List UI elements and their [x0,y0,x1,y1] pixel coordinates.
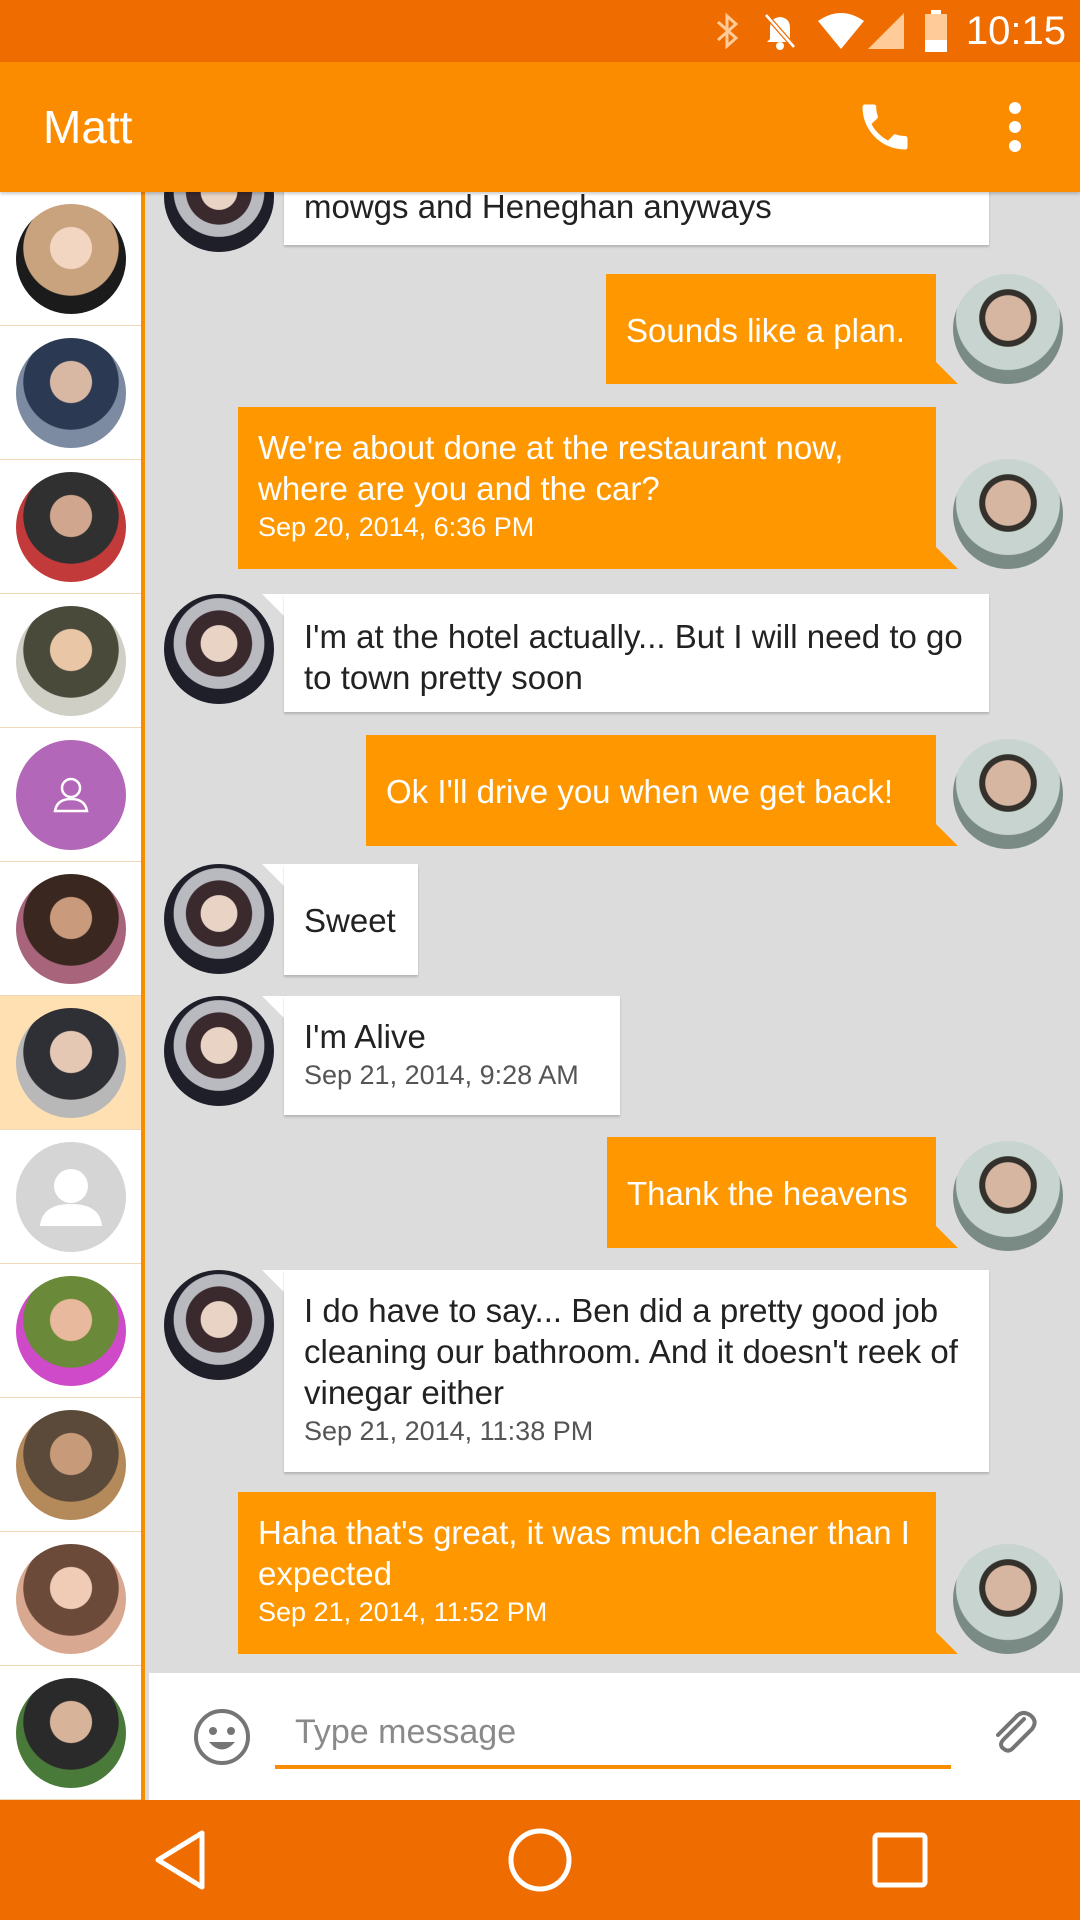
recents-button[interactable] [845,1805,955,1915]
app-bar: Matt [0,62,1080,192]
my-avatar [953,459,1063,569]
contact-item[interactable] [0,326,141,460]
emoji-button[interactable] [177,1692,267,1782]
contact-item[interactable] [0,460,141,594]
phone-icon [862,104,908,150]
contact-avatar [15,337,126,448]
my-avatar [953,1141,1063,1251]
more-options-button[interactable] [970,82,1060,172]
contact-avatar [15,739,126,850]
message-bubble[interactable]: Ok I'll drive you when we get back! [366,735,936,846]
contact-avatar [15,1007,126,1118]
message-timestamp: Sep 20, 2014, 6:36 PM [258,512,535,542]
home-icon [508,1828,572,1892]
my-avatar [953,739,1063,849]
battery-icon [924,10,948,52]
my-avatar [953,274,1063,384]
signal-icon [867,13,904,49]
wifi-icon [817,13,864,49]
contact-item[interactable] [0,728,141,862]
message-bubble[interactable]: We're about done at the restaurant now, … [238,407,936,569]
contact-item[interactable] [0,1398,141,1532]
contact-item[interactable] [0,1666,141,1800]
person-outline-icon [53,777,88,812]
message-text: Haha that's great, it was much cleaner t… [258,1514,910,1592]
contact-avatar [15,1409,126,1520]
conversation-title: Matt [43,101,133,153]
message-text: Sweet [304,902,396,939]
message-bubble[interactable]: Sweet [284,864,418,975]
contact-avatar [15,1677,126,1788]
attach-button[interactable] [974,1693,1054,1773]
contact-list [0,192,145,1800]
status-time: 10:15 [965,8,1066,53]
emoji-icon [194,1708,250,1765]
sender-avatar[interactable] [164,996,274,1106]
contact-item[interactable] [0,1532,141,1666]
sender-avatar[interactable] [164,192,274,252]
contact-avatar [15,471,126,582]
message-text: I'm Alive [304,1018,426,1055]
contact-item[interactable] [0,1130,141,1264]
sender-avatar[interactable] [164,1270,274,1380]
message-timestamp: Sep 21, 2014, 9:28 AM [304,1060,579,1090]
message-bubble[interactable]: Haha that's great, it was much cleaner t… [238,1492,936,1654]
contact-avatar [15,1141,126,1252]
message-text: Ok I'll drive you when we get back! [386,773,894,810]
message-text: I do have to say... Ben did a pretty goo… [304,1292,958,1411]
message-text: We're about done at the restaurant now, … [258,429,844,507]
my-avatar [953,1544,1063,1654]
message-bubble[interactable]: I'm at the hotel actually... But I will … [284,594,989,712]
contact-avatar [15,873,126,984]
call-button[interactable] [840,82,930,172]
message-bubble[interactable]: Sounds like a plan. [606,274,936,384]
attach-icon [996,1710,1037,1753]
back-button[interactable] [125,1805,235,1915]
message-text: I'm at the hotel actually... But I will … [304,618,963,696]
sender-avatar[interactable] [164,594,274,704]
message-input[interactable] [275,1699,951,1769]
contact-item[interactable] [0,862,141,996]
message-text: Sounds like a plan. [626,312,905,349]
default-person-icon [39,1168,102,1226]
message-bubble[interactable]: Thank the heavens [607,1137,936,1248]
message-list: mowgs and Heneghan anyways Sounds like a… [145,192,1080,1673]
message-timestamp: Sep 21, 2014, 11:38 PM [304,1416,594,1446]
home-button[interactable] [485,1805,595,1915]
navigation-bar [0,1800,1080,1920]
message-text: mowgs and Heneghan anyways [304,192,772,225]
message-bubble[interactable]: I do have to say... Ben did a pretty goo… [284,1270,989,1472]
bell-off-icon [762,11,798,51]
contact-item[interactable] [0,996,141,1130]
message-composer [149,1673,1080,1800]
message-timestamp: Sep 21, 2014, 11:52 PM [258,1597,548,1627]
bluetooth-icon [714,10,742,52]
message-text: Thank the heavens [627,1175,908,1212]
status-bar: 10:15 [0,0,1080,62]
contact-avatar [15,203,126,314]
contact-avatar [15,605,126,716]
contact-item[interactable] [0,594,141,728]
back-icon [155,1830,205,1890]
contact-item[interactable] [0,192,141,326]
contact-avatar [15,1275,126,1386]
message-bubble[interactable]: I'm Alive Sep 21, 2014, 9:28 AM [284,996,620,1115]
sender-avatar[interactable] [164,864,274,974]
contact-item[interactable] [0,1264,141,1398]
contact-avatar [15,1543,126,1654]
message-bubble[interactable]: mowgs and Heneghan anyways [284,192,989,245]
recents-icon [872,1832,928,1888]
more-vert-icon [1009,102,1021,152]
